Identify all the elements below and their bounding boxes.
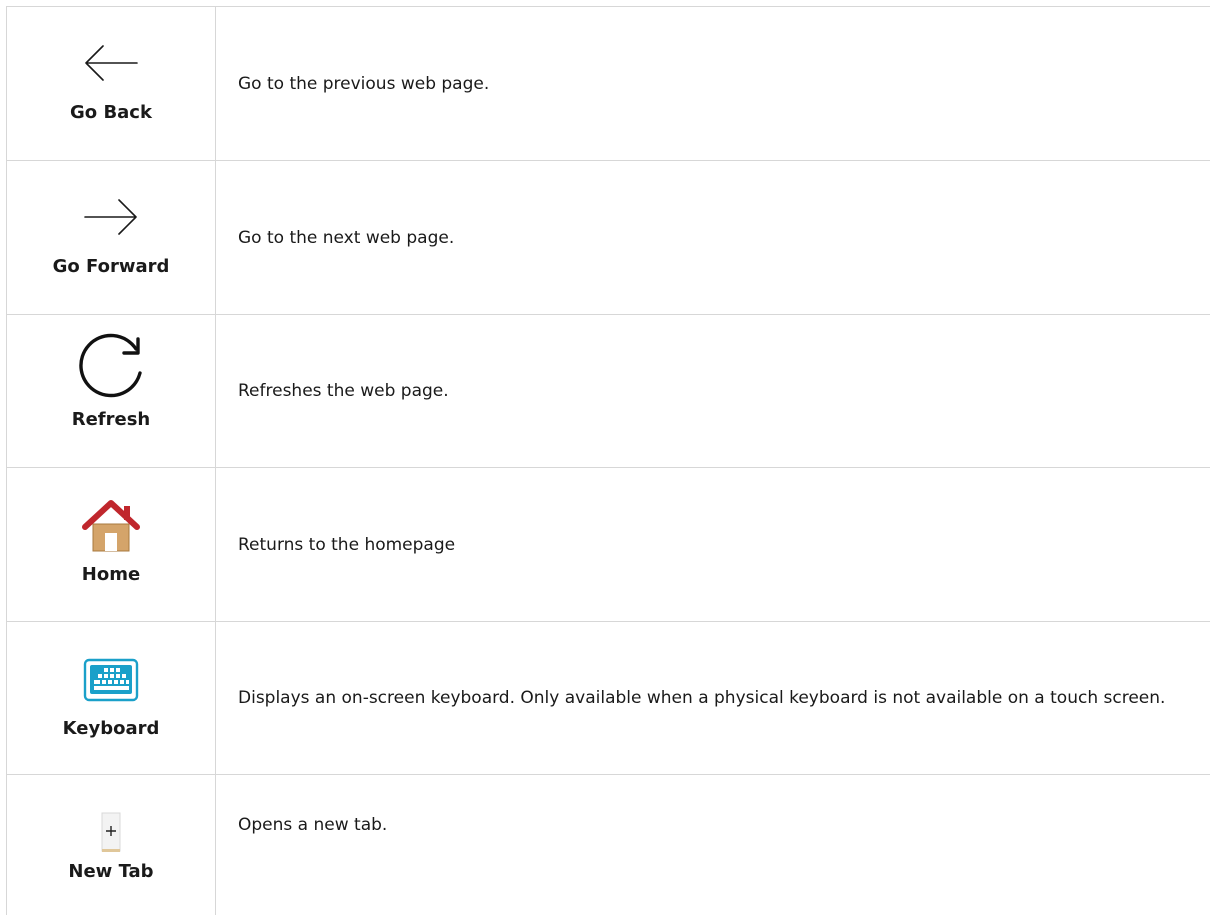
button-label: Go Back [70, 102, 152, 123]
icon-cell: Go Forward [7, 161, 216, 314]
icon-wrap [76, 315, 146, 405]
icon-cell: Refresh [7, 315, 216, 467]
icon-wrap [83, 7, 139, 86]
refresh-icon [76, 333, 146, 405]
table-row-go-back: Go Back Go to the previous web page. [7, 7, 1210, 161]
button-label: Go Forward [52, 256, 170, 277]
table-row-keyboard: Keyboard Displays an on-screen keyboard.… [7, 622, 1210, 775]
arrow-left-icon [83, 44, 139, 86]
icon-wrap [83, 161, 139, 240]
toolbar-buttons-table: Go Back Go to the previous web page. Go … [6, 6, 1210, 915]
home-icon [82, 500, 140, 556]
table-row-go-forward: Go Forward Go to the next web page. [7, 161, 1210, 315]
button-label: Keyboard [62, 718, 160, 739]
description: Refreshes the web page. [238, 381, 449, 401]
table-row-new-tab: New Tab Opens a new tab. [7, 775, 1210, 915]
table-row-refresh: Refresh Refreshes the web page. [7, 315, 1210, 468]
button-label: New Tab [68, 861, 154, 882]
description: Opens a new tab. [238, 815, 388, 835]
icon-wrap [83, 622, 139, 706]
icon-wrap [82, 468, 140, 556]
icon-cell: Go Back [7, 7, 216, 160]
button-label: Refresh [71, 409, 151, 430]
icon-cell: Home [7, 468, 216, 621]
description: Returns to the homepage [238, 534, 456, 555]
new-tab-icon [99, 811, 123, 859]
button-label: Home [81, 564, 141, 585]
keyboard-icon [83, 658, 139, 706]
table-row-home: Home Returns to the homepage [7, 468, 1210, 622]
description: Go to the previous web page. [238, 73, 490, 94]
icon-cell: Keyboard [7, 622, 216, 774]
description: Go to the next web page. [238, 227, 455, 248]
arrow-right-icon [83, 198, 139, 240]
icon-cell: New Tab [7, 775, 216, 915]
icon-wrap [99, 775, 123, 859]
description: Displays an on-screen keyboard. Only ava… [238, 688, 1166, 708]
